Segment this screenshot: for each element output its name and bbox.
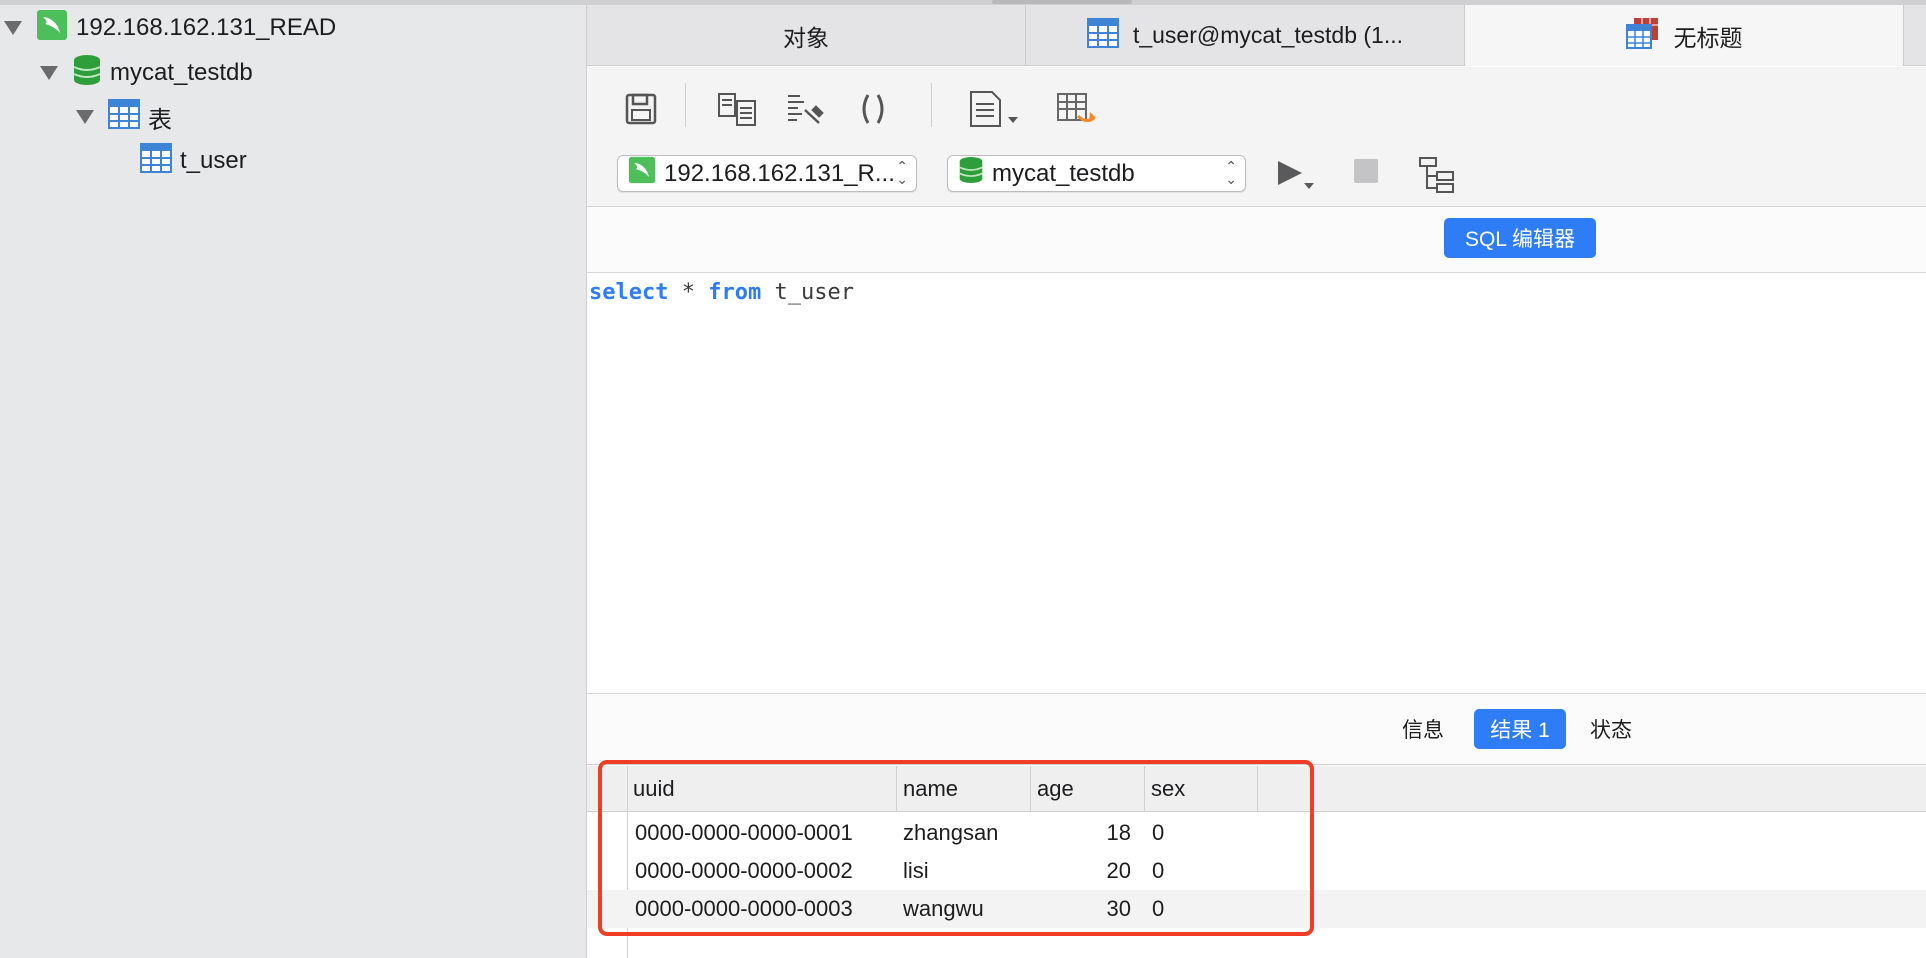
sql-editor-button[interactable]: SQL 编辑器 bbox=[1444, 218, 1596, 258]
tab-bar: 对象 t_user@mycat_testdb (1... 无标题 bbox=[587, 5, 1926, 66]
sql-identifier: t_user bbox=[761, 280, 854, 305]
beautify-icon[interactable] bbox=[783, 87, 827, 131]
format-icon[interactable] bbox=[715, 87, 759, 131]
save-icon[interactable] bbox=[619, 87, 663, 131]
mysql-connection-icon bbox=[628, 156, 656, 191]
tab-objects[interactable]: 对象 bbox=[587, 5, 1026, 66]
explain-icon[interactable] bbox=[1415, 153, 1459, 197]
stop-button[interactable] bbox=[1354, 159, 1378, 183]
tree-item-connection[interactable]: 192.168.162.131_READ bbox=[4, 8, 336, 48]
tree-item-database[interactable]: mycat_testdb bbox=[40, 53, 253, 93]
result-tabs: 信息 结果 1 状态 bbox=[587, 695, 1926, 765]
tab-table-t-user[interactable]: t_user@mycat_testdb (1... bbox=[1026, 5, 1465, 66]
sql-keyword: select bbox=[589, 280, 669, 305]
cell-uuid[interactable]: 0000-0000-0000-0002 bbox=[635, 852, 897, 890]
disclosure-triangle-icon[interactable] bbox=[4, 21, 22, 35]
tables-folder-label: 表 bbox=[148, 106, 172, 134]
toolbar-separator bbox=[931, 83, 932, 127]
export-icon[interactable] bbox=[1055, 87, 1099, 131]
table-row[interactable]: 0000-0000-0000-0002 lisi 20 0 bbox=[587, 852, 1926, 890]
table-row[interactable]: 0000-0000-0000-0003 wangwu 30 0 bbox=[587, 890, 1926, 928]
main-panel: 对象 t_user@mycat_testdb (1... 无标题 192.168… bbox=[587, 0, 1926, 958]
navigation-sidebar: 192.168.162.131_READ mycat_testdb 表 t_us… bbox=[0, 0, 587, 958]
sql-editor[interactable]: select * from t_user bbox=[587, 274, 1926, 694]
sql-operator: * bbox=[668, 280, 709, 305]
run-button[interactable] bbox=[1274, 155, 1322, 195]
database-select[interactable]: mycat_testdb ⌃ ⌄ bbox=[947, 155, 1246, 192]
tree-item-table-t-user[interactable]: t_user bbox=[140, 141, 247, 181]
sql-code-line[interactable]: select * from t_user bbox=[589, 278, 854, 308]
tab-untitled-query[interactable]: 无标题 bbox=[1465, 5, 1904, 66]
table-grid-icon bbox=[140, 142, 172, 180]
editor-header: SQL 编辑器 bbox=[587, 208, 1926, 273]
table-row[interactable]: 0000-0000-0000-0001 zhangsan 18 0 bbox=[587, 814, 1926, 852]
disclosure-triangle-icon[interactable] bbox=[76, 110, 94, 124]
column-header-age[interactable]: age bbox=[1031, 766, 1145, 812]
tree-item-tables-folder[interactable]: 表 bbox=[76, 97, 172, 137]
tab-info[interactable]: 信息 bbox=[1393, 709, 1453, 749]
disclosure-triangle-icon[interactable] bbox=[40, 66, 58, 80]
tab-status[interactable]: 状态 bbox=[1581, 709, 1641, 749]
tab-table-label: t_user@mycat_testdb (1... bbox=[1132, 22, 1404, 48]
cell-name[interactable]: lisi bbox=[903, 852, 1031, 890]
result-grid: uuid name age sex 0000-0000-0000-0001 zh… bbox=[587, 766, 1926, 958]
table-grid-icon bbox=[1086, 17, 1119, 54]
database-icon bbox=[958, 156, 984, 191]
cell-age[interactable]: 30 bbox=[1031, 890, 1137, 928]
window-grip[interactable] bbox=[992, 0, 1132, 4]
cell-name[interactable]: zhangsan bbox=[903, 814, 1031, 852]
cell-age[interactable]: 20 bbox=[1031, 852, 1137, 890]
column-header-uuid[interactable]: uuid bbox=[627, 766, 897, 812]
database-label: mycat_testdb bbox=[110, 59, 253, 86]
table-label: t_user bbox=[180, 147, 247, 174]
column-header-sex[interactable]: sex bbox=[1145, 766, 1258, 812]
sql-keyword: from bbox=[708, 280, 762, 305]
connection-select[interactable]: 192.168.162.131_R... ⌃ ⌄ bbox=[617, 155, 917, 192]
cell-sex[interactable]: 0 bbox=[1152, 890, 1252, 928]
table-grid-icon bbox=[108, 98, 140, 136]
chevron-updown-icon: ⌃ ⌄ bbox=[1225, 158, 1237, 187]
tab-result-1[interactable]: 结果 1 bbox=[1474, 709, 1566, 749]
tab-untitled-label: 无标题 bbox=[1673, 24, 1743, 51]
sidebar-top-border bbox=[0, 0, 587, 5]
query-table-icon bbox=[1625, 17, 1660, 55]
mysql-connection-icon bbox=[36, 9, 68, 48]
database-icon bbox=[72, 54, 102, 93]
chevron-updown-icon: ⌃ ⌄ bbox=[896, 158, 908, 187]
cell-name[interactable]: wangwu bbox=[903, 890, 1031, 928]
connection-select-value: 192.168.162.131_R... bbox=[664, 159, 895, 187]
cell-uuid[interactable]: 0000-0000-0000-0003 bbox=[635, 890, 897, 928]
cell-age[interactable]: 18 bbox=[1031, 814, 1137, 852]
query-toolbar: 192.168.162.131_R... ⌃ ⌄ mycat_testdb ⌃ ⌄ bbox=[587, 67, 1926, 207]
database-select-value: mycat_testdb bbox=[992, 159, 1135, 187]
column-header-name[interactable]: name bbox=[897, 766, 1031, 812]
cell-sex[interactable]: 0 bbox=[1152, 852, 1252, 890]
tab-bar-overflow bbox=[1904, 5, 1926, 66]
cell-uuid[interactable]: 0000-0000-0000-0001 bbox=[635, 814, 897, 852]
toolbar-separator bbox=[685, 83, 686, 127]
snippet-icon[interactable] bbox=[967, 87, 1023, 131]
cell-sex[interactable]: 0 bbox=[1152, 814, 1252, 852]
parentheses-icon[interactable] bbox=[851, 87, 895, 131]
tab-objects-label: 对象 bbox=[783, 24, 829, 51]
grid-header: uuid name age sex bbox=[587, 766, 1926, 812]
connection-label: 192.168.162.131_READ bbox=[76, 14, 337, 41]
